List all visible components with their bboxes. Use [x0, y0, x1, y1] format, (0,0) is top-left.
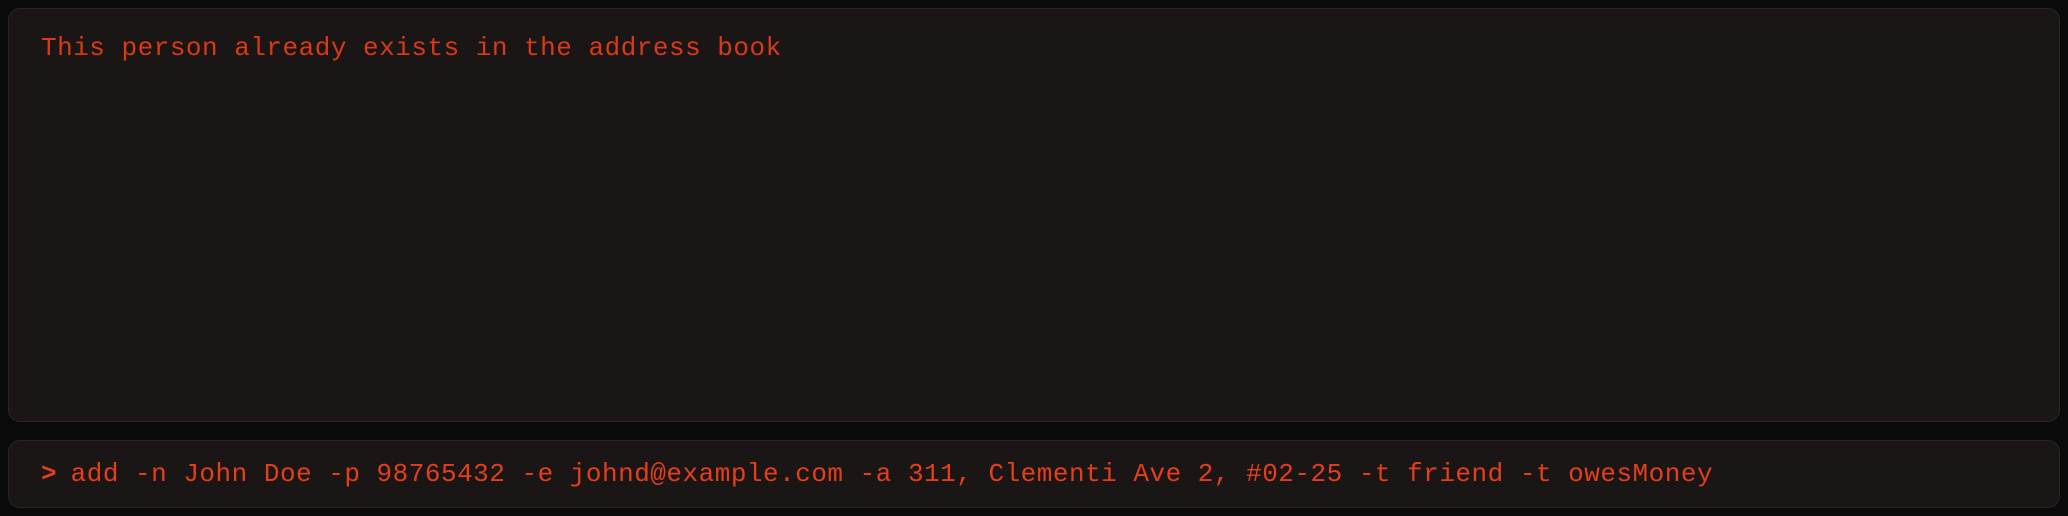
command-input-panel[interactable]: > [8, 440, 2060, 508]
status-message: This person already exists in the addres… [41, 33, 782, 63]
command-input[interactable] [71, 459, 2027, 489]
result-display-panel: This person already exists in the addres… [8, 8, 2060, 422]
prompt-symbol: > [41, 459, 57, 489]
